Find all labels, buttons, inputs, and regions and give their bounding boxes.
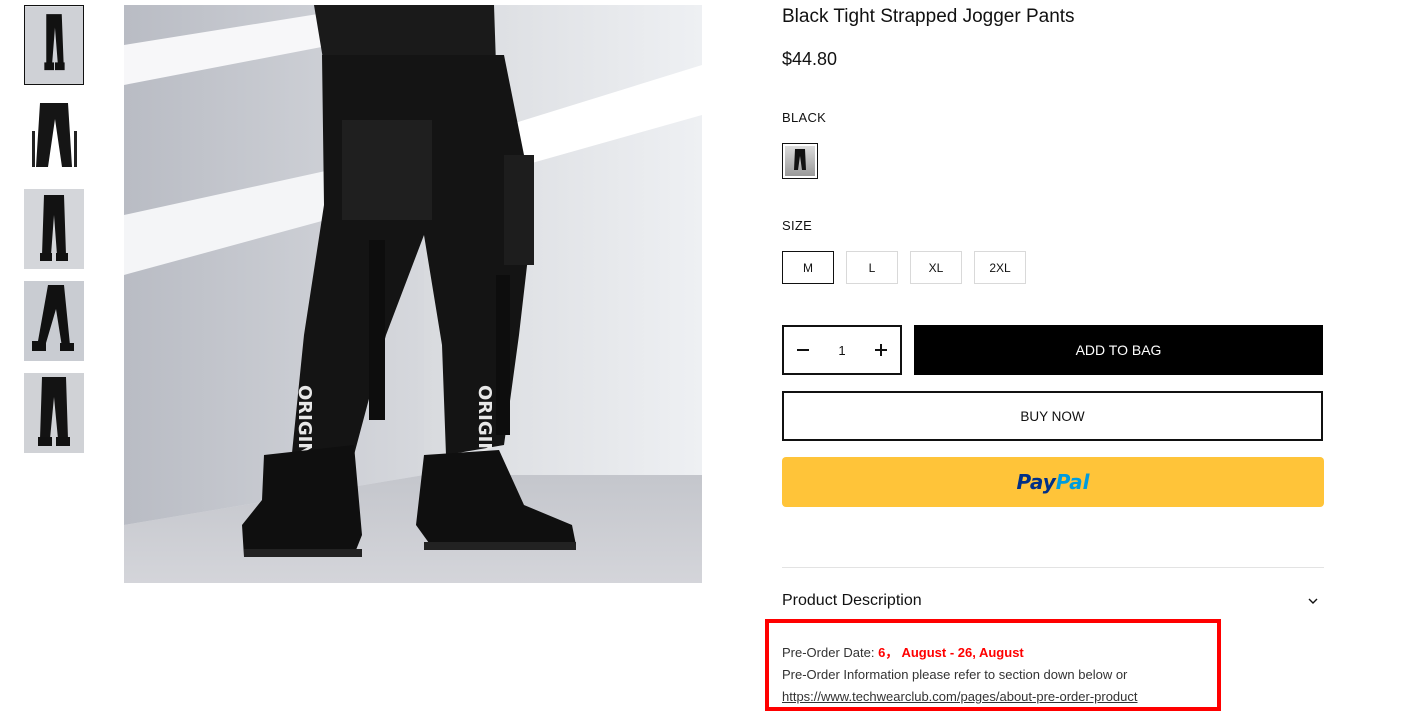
paypal-logo: PayPal: [1016, 470, 1089, 494]
color-swatch-black[interactable]: [782, 143, 818, 179]
product-photo: ORIGINAL ORIGINAL: [124, 5, 702, 583]
product-description-toggle[interactable]: Product Description: [782, 584, 1324, 618]
preorder-link[interactable]: https://www.techwearclub.com/pages/about…: [782, 689, 1138, 704]
thumbnail-3[interactable]: [24, 189, 84, 269]
product-description-title: Product Description: [782, 592, 922, 609]
swatch-thumbnail: [794, 149, 806, 170]
chevron-down-icon: [1306, 594, 1320, 608]
add-to-bag-button[interactable]: ADD TO BAG: [914, 325, 1323, 375]
product-price: $44.80: [782, 49, 838, 69]
preorder-info-text: Pre-Order Information please refer to se…: [782, 667, 1128, 682]
quantity-value[interactable]: 1: [838, 343, 845, 358]
paypal-logo-pal: Pal: [1055, 470, 1090, 494]
color-label: BLACK: [782, 110, 827, 125]
size-label: SIZE: [782, 218, 813, 233]
paypal-button[interactable]: PayPal: [782, 457, 1324, 507]
thumbnail-image: [24, 373, 84, 453]
preorder-dates: 6， August - 26, August: [878, 645, 1024, 660]
preorder-date-label: Pre-Order Date:: [782, 645, 879, 660]
size-option-l[interactable]: L: [846, 251, 898, 284]
product-title: Black Tight Strapped Jogger Pants: [782, 6, 1075, 27]
swatch-image: [785, 146, 815, 176]
size-option-m[interactable]: M: [782, 251, 834, 284]
thumbnail-2[interactable]: [24, 97, 84, 177]
preorder-info: Pre-Order Date: 6， August - 26, August P…: [782, 642, 1222, 708]
main-product-image: ORIGINAL ORIGINAL: [124, 5, 702, 583]
thumbnail-5[interactable]: [24, 373, 84, 453]
thumbnail-gallery: [24, 5, 84, 465]
preorder-date-line: Pre-Order Date: 6， August - 26, August: [782, 642, 1222, 664]
section-divider: [782, 567, 1324, 568]
thumbnail-4[interactable]: [24, 281, 84, 361]
quantity-stepper: 1: [782, 325, 902, 375]
size-options: M L XL 2XL: [782, 251, 1026, 284]
paypal-logo-pay: Pay: [1016, 470, 1056, 494]
minus-icon[interactable]: [796, 343, 810, 357]
thumbnail-image: [24, 189, 84, 269]
size-option-xl[interactable]: XL: [910, 251, 962, 284]
thumbnail-1[interactable]: [24, 5, 84, 85]
thumbnail-image: [25, 6, 83, 84]
thumbnail-image: [24, 97, 84, 177]
plus-icon[interactable]: [874, 343, 888, 357]
thumbnail-image: [24, 281, 84, 361]
buy-now-button[interactable]: BUY NOW: [782, 391, 1323, 441]
size-option-2xl[interactable]: 2XL: [974, 251, 1026, 284]
